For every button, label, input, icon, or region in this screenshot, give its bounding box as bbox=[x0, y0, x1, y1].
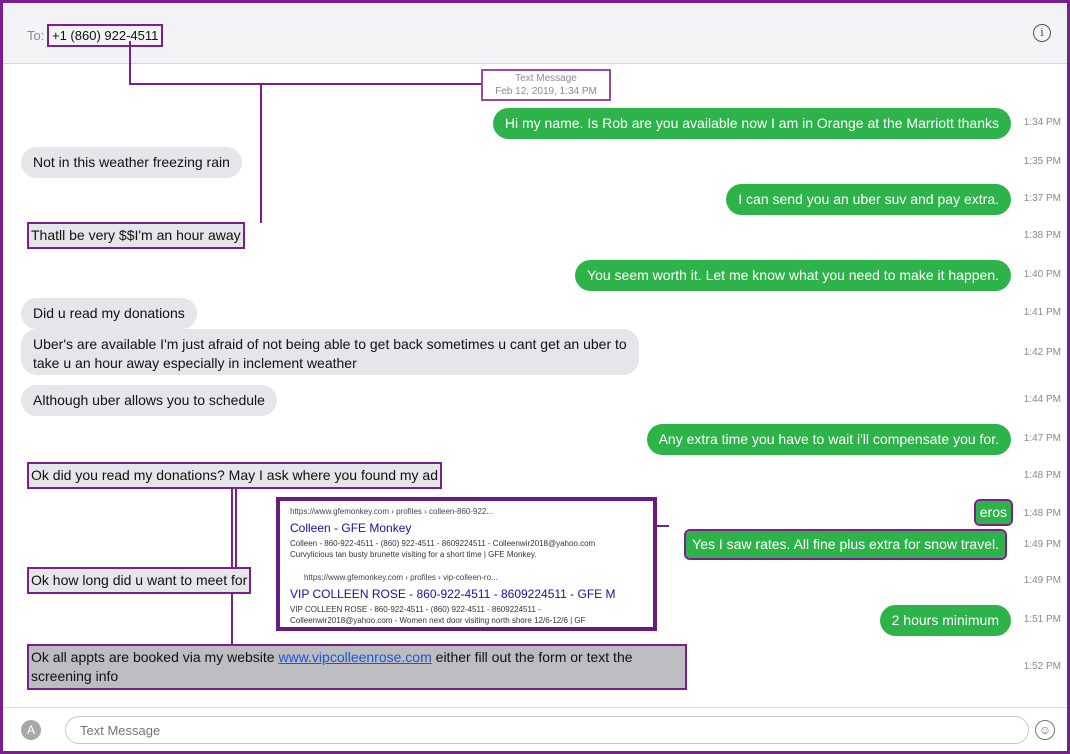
message-bubble-outgoing: You seem worth it. Let me know what you … bbox=[575, 260, 1011, 291]
annotation-connector bbox=[235, 487, 237, 573]
search-result: https://www.gfemonkey.com › profiles › v… bbox=[290, 573, 616, 626]
message-text: Although uber allows you to schedule bbox=[33, 392, 265, 408]
message-bubble-incoming: Ok did you read my donations? May I ask … bbox=[27, 462, 442, 489]
message-timestamp: 1:35 PM bbox=[1023, 156, 1061, 167]
message-timestamp: 1:48 PM bbox=[1023, 508, 1061, 519]
result-snippet: Colleenwir2018@yahoo.com - Women next do… bbox=[290, 616, 586, 625]
message-bubble-outgoing: Yes I saw rates. All fine plus extra for… bbox=[684, 529, 1007, 560]
message-timestamp: 1:41 PM bbox=[1023, 307, 1061, 318]
annotation-connector bbox=[129, 41, 131, 85]
message-timestamp: 1:42 PM bbox=[1023, 347, 1061, 358]
result-title[interactable]: VIP COLLEEN ROSE - 860-922-4511 - 860922… bbox=[290, 587, 616, 601]
result-snippet: VIP COLLEEN ROSE - 860-922-4511 - (860) … bbox=[290, 605, 541, 614]
message-type-label: Text Message bbox=[515, 73, 577, 84]
message-text: 2 hours minimum bbox=[891, 612, 999, 628]
info-icon[interactable]: i bbox=[1033, 24, 1051, 42]
conversation-date: Feb 12, 2019, 1:34 PM bbox=[495, 86, 597, 97]
message-bubble-incoming: Although uber allows you to schedule bbox=[21, 385, 277, 416]
message-bubble-incoming: Thatll be very $$I'm an hour away bbox=[27, 222, 245, 249]
search-result: https://www.gfemonkey.com › profiles › c… bbox=[290, 507, 595, 560]
message-bubble-outgoing: 2 hours minimum bbox=[879, 605, 1011, 636]
message-text: Any extra time you have to wait i'll com… bbox=[658, 431, 999, 447]
annotation-connector bbox=[129, 83, 481, 85]
website-link[interactable]: www.vipcolleenrose.com bbox=[278, 649, 431, 665]
message-bubble-incoming: Did u read my donations bbox=[21, 298, 197, 329]
search-results-overlay: https://www.gfemonkey.com › profiles › c… bbox=[276, 497, 657, 631]
emoji-icon[interactable]: ☺ bbox=[1035, 720, 1055, 740]
conversation-meta: Text Message Feb 12, 2019, 1:34 PM bbox=[481, 69, 611, 101]
annotation-connector bbox=[655, 525, 669, 527]
result-snippet: Curvylicious tan busty brunette visiting… bbox=[290, 550, 537, 559]
message-timestamp: 1:37 PM bbox=[1023, 193, 1061, 204]
message-text: Ok how long did u want to meet for bbox=[31, 572, 248, 588]
message-bubble-incoming: Uber's are available I'm just afraid of … bbox=[21, 329, 639, 375]
result-url: https://www.gfemonkey.com › profiles › c… bbox=[290, 507, 494, 516]
messages-window: To: +1 (860) 922-4511 i Text Message Feb… bbox=[0, 0, 1070, 754]
message-timestamp: 1:48 PM bbox=[1023, 470, 1061, 481]
message-text-line: Uber's are available I'm just afraid of … bbox=[33, 336, 627, 352]
message-bubble-incoming: Ok how long did u want to meet for bbox=[27, 567, 252, 594]
message-text: eros bbox=[979, 504, 1007, 520]
compose-bar: A ☺ bbox=[3, 707, 1067, 751]
message-text: Yes I saw rates. All fine plus extra for… bbox=[692, 536, 999, 552]
message-text: Did u read my donations bbox=[33, 305, 185, 321]
message-bubble-outgoing: eros bbox=[973, 499, 1014, 526]
message-timestamp: 1:49 PM bbox=[1023, 539, 1061, 550]
message-bubble-outgoing: Hi my name. Is Rob are you available now… bbox=[492, 108, 1011, 139]
message-timestamp: 1:38 PM bbox=[1023, 230, 1061, 241]
appstore-icon[interactable]: A bbox=[21, 720, 41, 740]
message-text: Hi my name. Is Rob are you available now… bbox=[504, 115, 999, 131]
conversation-header: To: +1 (860) 922-4511 i bbox=[3, 3, 1067, 64]
message-text-line: take u an hour away especially in inclem… bbox=[33, 355, 357, 371]
result-snippet: Colleen - 860-922-4511 - (860) 922-4511 … bbox=[290, 539, 596, 548]
message-timestamp: 1:47 PM bbox=[1023, 433, 1061, 444]
result-url: https://www.gfemonkey.com › profiles › v… bbox=[304, 573, 498, 582]
message-text: You seem worth it. Let me know what you … bbox=[587, 267, 999, 283]
message-text-line: Ok all appts are booked via my website w… bbox=[31, 648, 683, 667]
annotation-connector bbox=[231, 487, 233, 645]
message-bubble-outgoing: Any extra time you have to wait i'll com… bbox=[646, 424, 1011, 455]
to-label: To: bbox=[27, 28, 45, 43]
message-text: Thatll be very $$I'm an hour away bbox=[31, 227, 241, 243]
message-bubble-outgoing: I can send you an uber suv and pay extra… bbox=[726, 184, 1011, 215]
message-bubble-incoming: Ok all appts are booked via my website w… bbox=[27, 644, 687, 690]
annotation-connector bbox=[260, 83, 262, 223]
message-timestamp: 1:49 PM bbox=[1023, 575, 1061, 586]
message-timestamp: 1:40 PM bbox=[1023, 269, 1061, 280]
message-text: Not in this weather freezing rain bbox=[33, 154, 230, 170]
message-timestamp: 1:34 PM bbox=[1023, 117, 1061, 128]
message-input[interactable] bbox=[65, 716, 1029, 744]
message-text: Ok all appts are booked via my website bbox=[31, 649, 279, 665]
message-bubble-incoming: Not in this weather freezing rain bbox=[21, 147, 242, 178]
recipient-number[interactable]: +1 (860) 922-4511 bbox=[47, 24, 164, 47]
message-timestamp: 1:51 PM bbox=[1023, 614, 1061, 625]
result-title[interactable]: Colleen - GFE Monkey bbox=[290, 521, 595, 535]
message-text: Ok did you read my donations? May I ask … bbox=[31, 467, 438, 483]
message-text-line: screening info bbox=[31, 668, 119, 684]
message-timestamp: 1:52 PM bbox=[1023, 661, 1061, 672]
message-text: either fill out the form or text the bbox=[431, 649, 633, 665]
message-timestamp: 1:44 PM bbox=[1023, 394, 1061, 405]
message-text: I can send you an uber suv and pay extra… bbox=[738, 191, 999, 207]
